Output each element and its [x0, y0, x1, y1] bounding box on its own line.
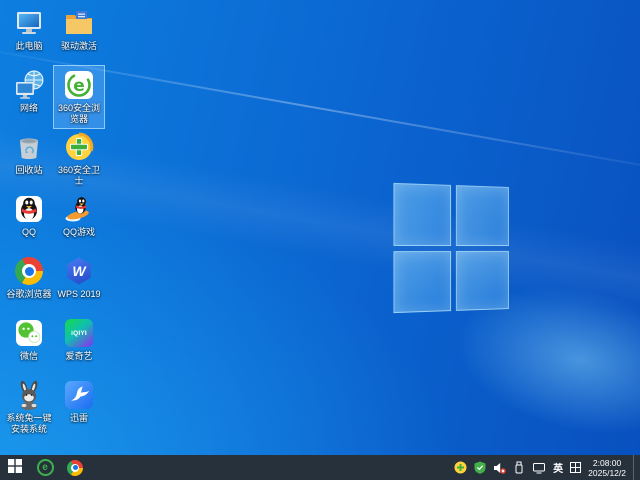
360-browser-taskbar-icon: e: [36, 459, 54, 476]
icon-label: QQ: [21, 227, 36, 237]
xunlei-icon: [63, 379, 95, 411]
taskbar-chrome-button[interactable]: [60, 455, 90, 480]
tray-360-safeguard-icon[interactable]: [454, 461, 467, 474]
icon-label: 此电脑: [15, 41, 43, 51]
system-rabbit-icon: [13, 379, 45, 411]
windows-logo: [393, 182, 509, 314]
show-desktop-button[interactable]: [633, 455, 638, 480]
chrome-icon: [13, 255, 45, 287]
network-status-icon[interactable]: [532, 462, 546, 474]
taskbar-left: e: [0, 455, 90, 480]
icon-label: 迅雷: [69, 413, 88, 423]
desktop-wallpaper: 此电脑 驱动激活 网络 e 360安全浏览器 回收站 360安全卫士 QQ QQ…: [0, 0, 640, 480]
desktop-icon-recycle-bin[interactable]: 回收站: [4, 128, 54, 190]
folder-icon: [63, 7, 95, 39]
ime-language-indicator[interactable]: 英: [553, 460, 563, 475]
wps-glyph: W: [72, 263, 86, 279]
iqiyi-icon: iQIYI: [63, 317, 95, 349]
windows-logo-pane: [393, 182, 451, 246]
desktop-icon-xunlei[interactable]: 迅雷: [54, 376, 104, 438]
desktop-icon-wps[interactable]: W WPS 2019: [54, 252, 104, 314]
recycle-bin-icon: [13, 131, 45, 163]
desktop-icon-driver-activation[interactable]: 驱动激活: [54, 4, 104, 66]
qq-games-icon: [63, 193, 95, 225]
ime-keyboard-icon[interactable]: [570, 462, 582, 473]
wps-icon: W: [63, 255, 95, 287]
windows-logo-pane: [455, 185, 509, 246]
usb-device-icon[interactable]: [513, 461, 525, 474]
qq-icon: [13, 193, 45, 225]
desktop-icon-360-safeguard[interactable]: 360安全卫士: [54, 128, 104, 190]
taskbar-360-browser-button[interactable]: e: [30, 455, 60, 480]
icon-label: QQ游戏: [62, 227, 95, 237]
icon-label: 爱奇艺: [65, 351, 93, 361]
icon-label: 微信: [19, 351, 38, 361]
desktop-icon-grid: 此电脑 驱动激活 网络 e 360安全浏览器 回收站 360安全卫士 QQ QQ…: [4, 4, 105, 438]
desktop-icon-iqiyi[interactable]: iQIYI 爱奇艺: [54, 314, 104, 376]
clock-date: 2025/12/2: [588, 467, 626, 478]
desktop-icon-wechat[interactable]: 微信: [4, 314, 54, 376]
desktop-icon-system-rabbit[interactable]: 系统兔一键安装系统: [4, 376, 54, 438]
desktop-icon-chrome[interactable]: 谷歌浏览器: [4, 252, 54, 314]
windows-logo-pane: [393, 250, 451, 314]
wechat-icon: [13, 317, 45, 349]
taskbar-clock[interactable]: 2:08:00 2025/12/2: [588, 458, 626, 478]
desktop-icon-this-pc[interactable]: 此电脑: [4, 4, 54, 66]
360-safeguard-icon: [63, 131, 95, 163]
taskbar: e 英 2:08:00 2025/12/2: [0, 455, 640, 480]
clock-time: 2:08:00: [592, 457, 622, 468]
system-tray: 英 2:08:00 2025/12/2: [454, 455, 640, 480]
icon-label: 360安全浏览器: [57, 103, 101, 124]
desktop-icon-qq[interactable]: QQ: [4, 190, 54, 252]
windows-start-icon: [8, 459, 22, 476]
network-icon: [13, 69, 45, 101]
chrome-taskbar-icon: [67, 459, 83, 476]
icon-label: 回收站: [15, 165, 43, 175]
svg-text:e: e: [73, 76, 85, 96]
this-pc-icon: [13, 7, 45, 39]
icon-label: 网络: [19, 103, 38, 113]
icon-label: 谷歌浏览器: [6, 289, 52, 299]
windows-logo-pane: [455, 250, 509, 311]
icon-label: 系统兔一键安装系统: [6, 413, 52, 434]
desktop-icon-qq-games[interactable]: QQ游戏: [54, 190, 104, 252]
start-button[interactable]: [0, 455, 30, 480]
icon-label: 360安全卫士: [57, 165, 101, 186]
iqiyi-glyph: iQIYI: [71, 329, 87, 337]
icon-label: 驱动激活: [60, 41, 97, 51]
desktop-icon-network[interactable]: 网络: [4, 66, 54, 128]
desktop-icon-360-browser[interactable]: e 360安全浏览器: [53, 65, 105, 129]
icon-label: WPS 2019: [57, 289, 101, 299]
tray-antivirus-shield-icon[interactable]: [474, 461, 486, 474]
volume-muted-icon[interactable]: [493, 462, 506, 474]
360-browser-icon: e: [63, 69, 95, 101]
